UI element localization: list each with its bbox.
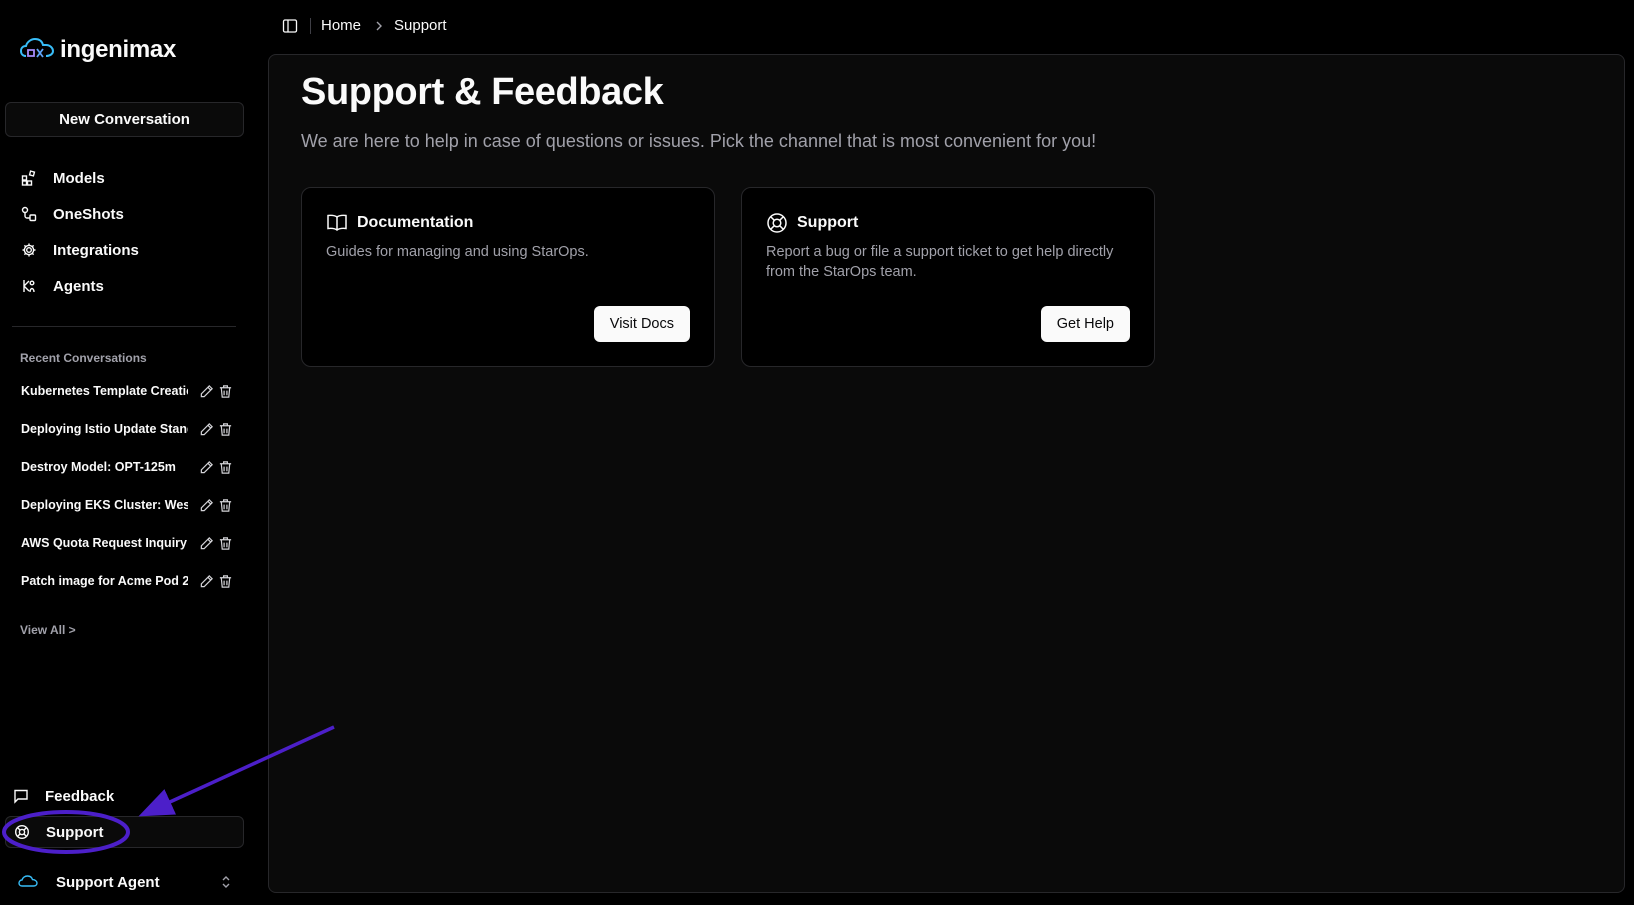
logo-icon — [20, 37, 54, 58]
sidebar-item-label: Integrations — [53, 241, 139, 259]
models-icon — [21, 170, 36, 186]
conversation-title[interactable]: Patch image for Acme Pod 2 — [21, 574, 188, 588]
sidebar-item-label: Feedback — [45, 787, 115, 805]
conversation-title[interactable]: Kubernetes Template Creation — [21, 384, 188, 398]
sidebar-item-oneshots[interactable]: OneShots — [0, 196, 254, 232]
sidebar-item-label: OneShots — [53, 205, 124, 223]
avatar — [18, 875, 38, 887]
agents-icon — [23, 280, 35, 293]
topbar: Home Support — [254, 0, 1634, 52]
topbar-separator — [310, 18, 311, 34]
list-item[interactable]: Deploying EKS Cluster: West — [0, 486, 254, 524]
page-subtitle: We are here to help in case of questions… — [301, 131, 1097, 151]
logo[interactable]: ingenimax — [20, 36, 176, 64]
card-title: Support — [797, 214, 859, 231]
book-icon — [327, 214, 347, 231]
lifebuoy-icon — [767, 213, 787, 233]
list-item[interactable]: Patch image for Acme Pod 2 — [0, 562, 254, 600]
view-all-link[interactable]: View All > — [20, 623, 76, 637]
list-item[interactable]: AWS Quota Request Inquiry — [0, 524, 254, 562]
pencil-icon[interactable] — [199, 536, 214, 551]
get-help-button[interactable]: Get Help — [1040, 306, 1130, 342]
sidebar-item-integrations[interactable]: Integrations — [0, 232, 254, 268]
oneshots-icon — [21, 206, 37, 222]
trash-icon[interactable] — [218, 422, 233, 437]
sidebar-item-support[interactable]: Support — [5, 816, 244, 848]
trash-icon[interactable] — [218, 536, 233, 551]
conversation-title[interactable]: Deploying EKS Cluster: West — [21, 498, 188, 512]
page-title: Support & Feedback — [301, 71, 664, 113]
card-description: Report a bug or file a support ticket to… — [766, 244, 1114, 280]
user-name: Support Agent — [56, 873, 160, 891]
card-description: Guides for managing and using StarOps. — [326, 244, 589, 260]
trash-icon[interactable] — [218, 574, 233, 589]
trash-icon[interactable] — [218, 384, 233, 399]
pencil-icon[interactable] — [199, 384, 214, 399]
pencil-icon[interactable] — [199, 422, 214, 437]
main-panel: Support & Feedback We are here to help i… — [268, 54, 1625, 893]
sidebar: ingenimax New Conversation Models OneSho… — [0, 0, 254, 905]
list-item[interactable]: Kubernetes Template Creation — [0, 372, 254, 410]
sidebar-item-label: Support — [46, 823, 104, 841]
pencil-icon[interactable] — [199, 498, 214, 513]
pencil-icon[interactable] — [199, 460, 214, 475]
sidebar-item-agents[interactable]: Agents — [0, 268, 254, 304]
breadcrumb-current: Support — [394, 17, 447, 34]
sidebar-item-models[interactable]: Models — [0, 160, 254, 196]
visit-docs-button[interactable]: Visit Docs — [593, 306, 690, 342]
new-conversation-button[interactable]: New Conversation — [5, 102, 244, 137]
lifebuoy-icon — [14, 824, 30, 840]
sidebar-toggle-icon[interactable] — [282, 18, 298, 34]
conversation-title[interactable]: Deploying Istio Update Standard — [21, 422, 188, 436]
breadcrumb-home[interactable]: Home — [321, 17, 361, 34]
chevron-right-icon — [376, 21, 382, 31]
recent-conversations-title: Recent Conversations — [20, 351, 147, 365]
sidebar-nav: Models OneShots Integrations Agents — [0, 160, 254, 304]
trash-icon[interactable] — [218, 460, 233, 475]
list-item[interactable]: Destroy Model: OPT-125m — [0, 448, 254, 486]
conversation-title[interactable]: Destroy Model: OPT-125m — [21, 460, 188, 474]
list-item[interactable]: Deploying Istio Update Standard — [0, 410, 254, 448]
support-card: Support Report a bug or file a support t… — [741, 187, 1155, 367]
gear-icon — [22, 243, 36, 257]
logo-text: ingenimax — [60, 36, 176, 63]
documentation-card: Documentation Guides for managing and us… — [301, 187, 715, 367]
card-title: Documentation — [357, 214, 474, 231]
recent-conversations-list: Kubernetes Template Creation Deploying I… — [0, 372, 254, 600]
trash-icon[interactable] — [218, 498, 233, 513]
pencil-icon[interactable] — [199, 574, 214, 589]
chevron-up-down-icon[interactable] — [219, 875, 233, 889]
sidebar-item-label: Agents — [53, 277, 104, 295]
message-square-icon — [14, 789, 28, 804]
sidebar-item-label: Models — [53, 169, 105, 187]
user-menu[interactable]: Support Agent — [0, 866, 254, 898]
sidebar-divider — [12, 326, 236, 327]
sidebar-item-feedback[interactable]: Feedback — [5, 780, 244, 812]
conversation-title[interactable]: AWS Quota Request Inquiry — [21, 536, 188, 550]
